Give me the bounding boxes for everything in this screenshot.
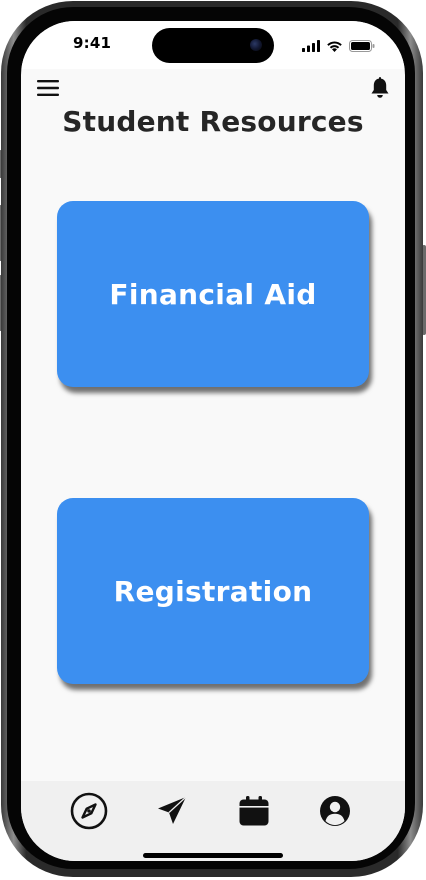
phone-device: 9:41 Student Resources Financial Aid Reg… xyxy=(0,0,426,880)
registration-card[interactable]: Registration xyxy=(57,498,369,684)
battery-icon xyxy=(349,37,375,56)
bottom-tab-bar xyxy=(21,781,405,861)
financial-aid-card[interactable]: Financial Aid xyxy=(57,201,369,387)
hamburger-menu-icon[interactable] xyxy=(35,76,61,100)
wifi-icon xyxy=(326,37,343,56)
status-icons xyxy=(302,37,375,56)
calendar-icon[interactable] xyxy=(234,791,274,831)
user-profile-icon[interactable] xyxy=(315,791,355,831)
compass-icon[interactable] xyxy=(69,791,109,831)
home-indicator[interactable] xyxy=(143,853,283,858)
status-time: 9:41 xyxy=(73,34,112,52)
paper-plane-icon[interactable] xyxy=(152,791,192,831)
status-bar: 9:41 xyxy=(21,21,405,69)
financial-aid-card-label: Financial Aid xyxy=(109,277,317,311)
dynamic-island xyxy=(152,28,274,63)
front-camera xyxy=(250,39,262,51)
screen: 9:41 Student Resources Financial Aid Reg… xyxy=(21,21,405,861)
page-title: Student Resources xyxy=(62,105,364,138)
registration-card-label: Registration xyxy=(113,574,313,608)
app-header xyxy=(21,69,405,109)
bell-icon[interactable] xyxy=(367,75,393,101)
cellular-signal-icon xyxy=(302,37,320,56)
